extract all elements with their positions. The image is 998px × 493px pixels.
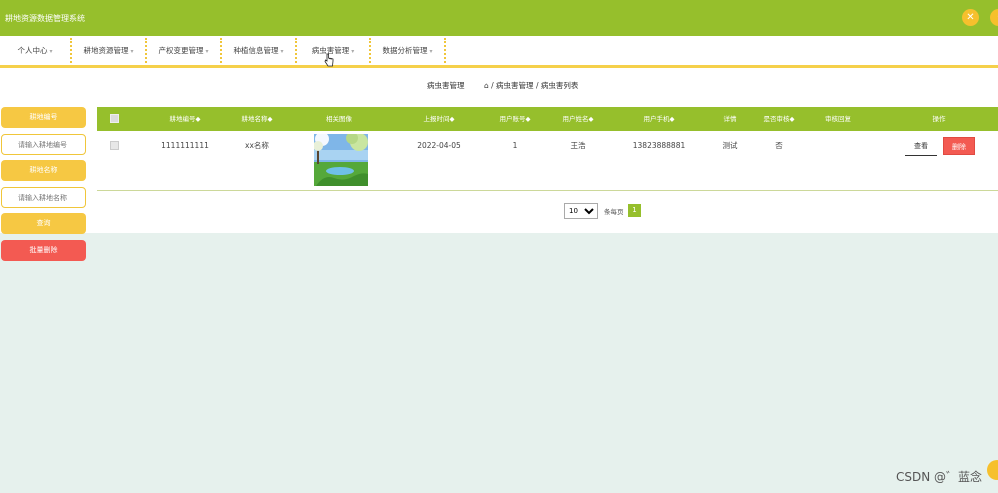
header-username[interactable]: 用户姓名◆ bbox=[542, 107, 614, 131]
chevron-down-icon: ▾ bbox=[49, 48, 53, 55]
header-land-code[interactable]: 耕地编号◆ bbox=[149, 107, 221, 131]
header-actions: 操作 bbox=[932, 115, 946, 123]
land-name-label: 耕地名称 bbox=[1, 160, 86, 181]
watermark: CSDN @゛蓝念 bbox=[896, 470, 983, 484]
breadcrumb: 病虫害管理 ⌂ / 病虫害管理 / 病虫害列表 bbox=[0, 68, 998, 100]
breadcrumb-path[interactable]: ⌂ / 病虫害管理 / 病虫害列表 bbox=[484, 80, 578, 91]
nav-item-pest-management[interactable]: 病虫害管理 ▾ bbox=[297, 38, 371, 63]
header-phone[interactable]: 用户手机◆ bbox=[623, 107, 695, 131]
cell-report-time: 2022-04-05 bbox=[417, 141, 461, 150]
header-land-name[interactable]: 耕地名称◆ bbox=[221, 107, 293, 131]
user-icon[interactable]: · bbox=[990, 9, 998, 26]
header-account[interactable]: 用户账号◆ bbox=[479, 107, 551, 131]
cell-land-code: 1111111111 bbox=[161, 141, 209, 150]
nav-item-data-analysis[interactable]: 数据分析管理 ▾ bbox=[371, 38, 446, 63]
chevron-down-icon: ▾ bbox=[130, 48, 134, 55]
nav-item-planting-info[interactable]: 种植信息管理 ▾ bbox=[222, 38, 297, 63]
page-size-select[interactable]: 10 bbox=[564, 203, 598, 219]
nav-item-land-resources[interactable]: 耕地资源管理 ▾ bbox=[72, 38, 147, 63]
land-code-label: 耕地编号 bbox=[1, 107, 86, 128]
row-checkbox[interactable] bbox=[110, 141, 119, 150]
header-reply: 审核回复 bbox=[825, 115, 851, 123]
hand-cursor-icon bbox=[324, 53, 334, 67]
chevron-down-icon: ▾ bbox=[351, 48, 355, 55]
cell-account: 1 bbox=[512, 141, 518, 150]
per-page-label: 条每页 bbox=[604, 208, 624, 216]
page-title: 病虫害管理 bbox=[427, 81, 465, 90]
cell-reply bbox=[802, 131, 874, 160]
land-code-input[interactable] bbox=[1, 134, 86, 155]
page-number-1[interactable]: 1 bbox=[628, 204, 641, 217]
table-header: 耕地编号◆ 耕地名称◆ 相关图像 上报时间◆ 用户账号◆ 用户姓名◆ 用户手机◆… bbox=[97, 107, 998, 131]
nav-item-property-change[interactable]: 产权变更管理 ▾ bbox=[147, 38, 222, 63]
batch-delete-button[interactable]: 批量删除 bbox=[1, 240, 86, 261]
header-image: 相关图像 bbox=[326, 115, 352, 123]
delete-button[interactable]: 删除 bbox=[943, 137, 975, 155]
chevron-down-icon: ▾ bbox=[205, 48, 209, 55]
select-all-checkbox[interactable] bbox=[110, 114, 119, 123]
nav-item-personal-center[interactable]: 个人中心 ▾ bbox=[0, 38, 72, 63]
pest-thumbnail[interactable] bbox=[314, 134, 368, 186]
view-button[interactable]: 查看 bbox=[905, 138, 937, 156]
query-button[interactable]: 查询 bbox=[1, 213, 86, 234]
back-to-top-icon[interactable] bbox=[987, 460, 998, 480]
close-icon[interactable]: ✕ bbox=[962, 9, 979, 26]
land-name-input[interactable] bbox=[1, 187, 86, 208]
table-row: 1111111111 xx名称 2022-04-05 1 王浩 13823888… bbox=[97, 131, 998, 191]
cell-land-name: xx名称 bbox=[245, 141, 269, 150]
chevron-down-icon: ▾ bbox=[280, 48, 284, 55]
cell-username: 王浩 bbox=[570, 141, 586, 150]
header-report-time[interactable]: 上报时间◆ bbox=[403, 107, 475, 131]
main-nav: 个人中心 ▾ 耕地资源管理 ▾ 产权变更管理 ▾ 种植信息管理 ▾ 病虫害管理 ▾ 数据分… bbox=[0, 36, 998, 68]
app-title: 耕地资源数据管理系统 bbox=[5, 14, 85, 23]
top-header: 耕地资源数据管理系统 ✕ · bbox=[0, 0, 998, 36]
chevron-down-icon: ▾ bbox=[429, 48, 433, 55]
cell-phone: 13823888881 bbox=[632, 141, 686, 150]
